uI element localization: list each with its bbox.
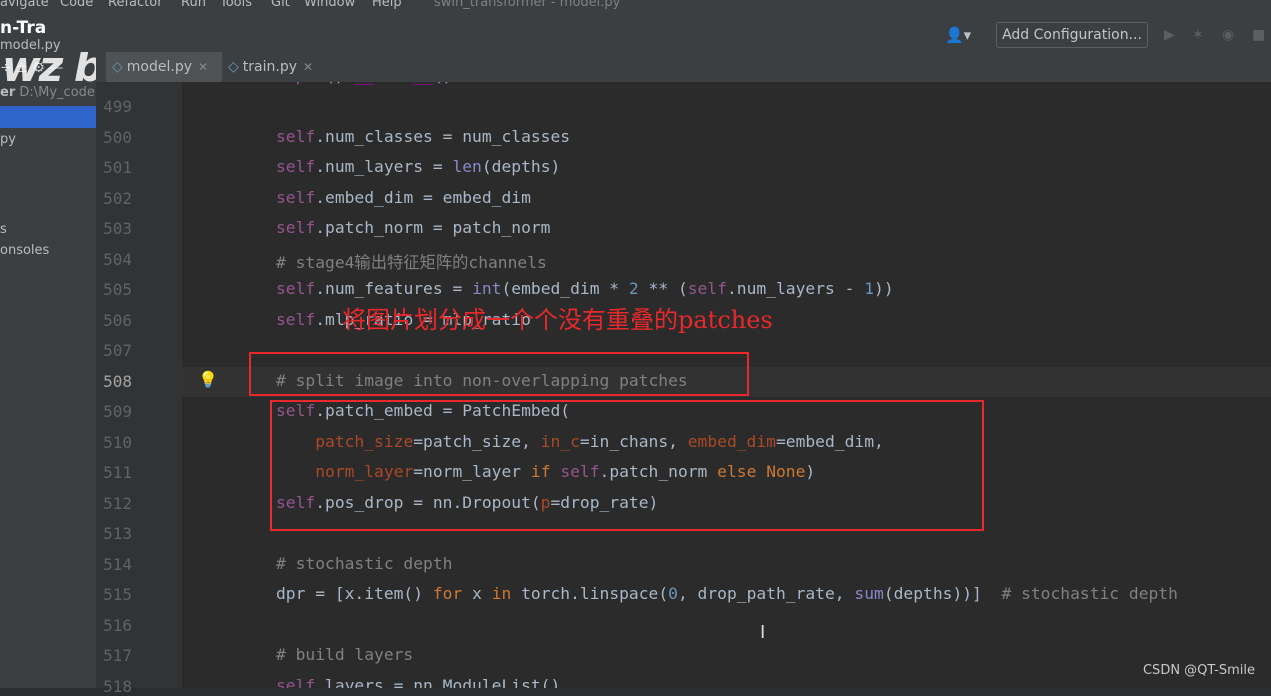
toolbar: n-Tra model.py 👤▾ Add Configuration... ▶…: [0, 12, 1271, 53]
line-number: 514: [103, 554, 132, 574]
editor-tab-bar: ◇ model.py ✕ ◇ train.py ✕: [96, 52, 1271, 83]
python-file-icon: ◇: [112, 59, 123, 75]
line-number: 512: [103, 493, 132, 513]
code-line: self.num_features = int(embed_dim * 2 **…: [276, 279, 894, 298]
menu-git[interactable]: Git: [271, 0, 290, 10]
window-title: swin_transformer - model.py: [434, 0, 621, 10]
code-line: self.embed_dim = embed_dim: [276, 187, 531, 207]
line-number-gutter: 499 500 501 502 503 504 505 506 507 508 509 510 511 5…: [96, 82, 182, 696]
tab-label: train.py: [242, 59, 297, 75]
text-cursor-icon: I: [760, 622, 766, 643]
code-line: # stage4输出特征矩阵的channels: [276, 252, 547, 272]
line-number: 510: [103, 432, 132, 452]
run-icon[interactable]: ▶: [1164, 27, 1175, 43]
menu-bar: avigate Code Refactor Run Tools Git Wind…: [0, 0, 1271, 12]
line-number: 509: [103, 402, 132, 421]
line-number: 501: [103, 158, 132, 177]
menu-run[interactable]: Run: [181, 0, 206, 10]
line-number: 504: [103, 249, 132, 269]
line-number: 508: [103, 371, 132, 391]
menu-refactor[interactable]: Refactor: [108, 0, 163, 10]
code-line: self.num_layers = len(depths): [276, 157, 561, 176]
tab-train-py[interactable]: ◇ train.py ✕: [228, 52, 313, 82]
menu-window[interactable]: Window: [304, 0, 355, 10]
annotation-box-comment: [249, 352, 749, 396]
tab-model-py[interactable]: ◇ model.py ✕: [106, 52, 222, 82]
line-number: 516: [103, 615, 132, 635]
sidebar-item[interactable]: s: [0, 222, 7, 237]
line-number: 500: [103, 127, 132, 147]
sidebar-item[interactable]: py: [0, 132, 16, 147]
csdn-credit: CSDN @QT-Smile: [1142, 663, 1255, 678]
stop-icon[interactable]: ■: [1252, 27, 1265, 43]
tab-label: model.py: [126, 59, 192, 75]
sidebar-item-scratches-consoles[interactable]: onsoles: [0, 243, 49, 258]
code-line: self.patch_norm = patch_norm: [276, 218, 551, 237]
line-number: 507: [103, 341, 132, 360]
red-annotation-text: 将图片划分成一个个没有重叠的patches: [342, 306, 773, 334]
add-configuration-button[interactable]: Add Configuration...: [996, 22, 1148, 48]
debug-icon[interactable]: ✶: [1192, 27, 1204, 43]
python-file-icon: ◇: [228, 59, 239, 75]
line-number: 515: [103, 585, 132, 604]
line-number: 517: [103, 646, 132, 665]
line-number: 511: [103, 463, 132, 482]
annotation-box-code: [270, 400, 984, 531]
code-line: # stochastic depth: [276, 553, 453, 573]
code-line: self.num_classes = num_classes: [276, 126, 571, 146]
line-number: 505: [103, 280, 132, 299]
menu-tools[interactable]: Tools: [220, 0, 252, 10]
project-sidebar: ÷ ± ⚙ — er D:\My_code py s onsoles wz bi…: [0, 52, 96, 688]
line-number: 506: [103, 310, 132, 330]
lightbulb-icon[interactable]: 💡: [198, 370, 218, 389]
menu-code[interactable]: Code: [60, 0, 93, 10]
line-number: 513: [103, 524, 132, 543]
coverage-icon[interactable]: ◉: [1222, 27, 1234, 43]
line-number: 502: [103, 188, 132, 208]
code-editor[interactable]: super().__init__() 💡 self.num_classes = …: [182, 82, 1271, 688]
line-number: 499: [103, 97, 132, 116]
line-number: 518: [103, 676, 132, 696]
close-icon[interactable]: ✕: [198, 60, 208, 74]
line-number: 503: [103, 219, 132, 238]
code-line: dpr = [x.item() for x in torch.linspace(…: [276, 584, 1178, 603]
code-line-partial: super().__init__(): [276, 82, 452, 85]
close-icon[interactable]: ✕: [303, 60, 313, 74]
project-file-breadcrumb[interactable]: model.py: [0, 38, 61, 53]
code-line: self.layers = nn.ModuleList(): [276, 675, 561, 689]
sidebar-selected-row[interactable]: [0, 106, 96, 128]
code-line: # build layers: [276, 645, 414, 664]
user-icon[interactable]: 👤▾: [945, 26, 971, 44]
menu-navigate[interactable]: avigate: [0, 0, 49, 10]
menu-help[interactable]: Help: [372, 0, 402, 10]
project-title: n-Tra: [0, 18, 47, 38]
bilibili-watermark: wz bilibili: [2, 52, 96, 91]
